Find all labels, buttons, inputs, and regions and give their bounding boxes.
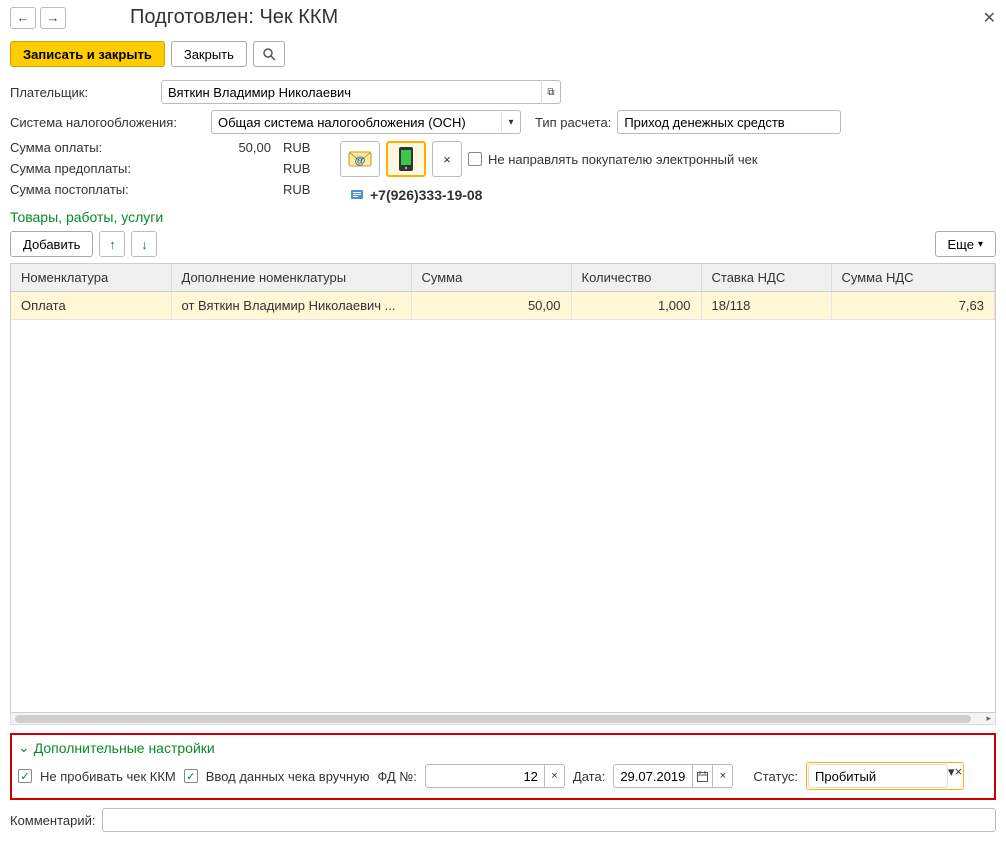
col-vat-rate[interactable]: Ставка НДС	[701, 264, 831, 292]
manual-input-label: Ввод данных чека вручную	[206, 769, 370, 784]
no-echeck-label: Не направлять покупателю электронный чек	[488, 152, 758, 167]
col-qty[interactable]: Количество	[571, 264, 701, 292]
extra-settings-panel: ⌄ Дополнительные настройки ✓ Не пробиват…	[10, 733, 996, 800]
table-header-row: Номенклатура Дополнение номенклатуры Сум…	[11, 264, 995, 292]
fd-number-input[interactable]	[425, 764, 545, 788]
x-icon: ×	[443, 152, 451, 167]
open-icon: ⧉	[547, 87, 554, 98]
preview-button[interactable]	[253, 41, 285, 67]
date-label: Дата:	[573, 769, 605, 784]
no-punch-label: Не пробивать чек ККМ	[40, 769, 176, 784]
email-icon: @	[348, 149, 372, 169]
horizontal-scrollbar[interactable]: ▸	[10, 713, 996, 725]
tax-system-label: Система налогообложения:	[10, 115, 205, 130]
extra-settings-label: Дополнительные настройки	[34, 740, 215, 756]
col-nomenclature[interactable]: Номенклатура	[11, 264, 171, 292]
col-vat-sum[interactable]: Сумма НДС	[831, 264, 995, 292]
calendar-icon	[697, 771, 708, 782]
close-button[interactable]: Закрыть	[171, 41, 247, 67]
goods-table[interactable]: Номенклатура Дополнение номенклатуры Сум…	[11, 264, 995, 320]
more-label: Еще	[948, 237, 974, 252]
close-window-button[interactable]: ✕	[983, 8, 996, 28]
payer-open-button[interactable]: ⧉	[541, 80, 561, 104]
comment-input[interactable]	[102, 808, 997, 832]
status-label: Статус:	[753, 769, 798, 784]
comment-label: Комментарий:	[10, 813, 96, 828]
prepayment-currency: RUB	[283, 161, 319, 176]
no-punch-checkbox[interactable]: ✓	[18, 769, 32, 783]
calc-type-label: Тип расчета:	[535, 115, 611, 130]
phone-number: +7(926)333-19-08	[370, 187, 482, 203]
chevron-down-icon: ⌄	[18, 739, 30, 756]
postpayment-amount-label: Сумма постоплаты:	[10, 182, 155, 197]
payment-amount-value: 50,00	[161, 140, 271, 155]
arrow-down-icon: ↓	[141, 237, 148, 252]
table-empty-area[interactable]	[11, 320, 995, 712]
add-row-button[interactable]: Добавить	[10, 231, 93, 257]
payer-input[interactable]	[161, 80, 541, 104]
send-email-button[interactable]: @	[340, 141, 380, 177]
magnifier-icon	[262, 47, 276, 61]
scroll-right-icon: ▸	[986, 713, 991, 724]
date-clear-button[interactable]: ×	[713, 764, 733, 788]
close-icon: ✕	[983, 10, 996, 27]
cell-sum[interactable]: 50,00	[411, 292, 571, 320]
tax-system-input[interactable]	[211, 110, 501, 134]
cell-nomenclature[interactable]: Оплата	[11, 292, 171, 320]
x-icon: ×	[955, 764, 963, 779]
col-addition[interactable]: Дополнение номенклатуры	[171, 264, 411, 292]
phone-icon	[397, 146, 415, 172]
calc-type-input[interactable]	[617, 110, 841, 134]
goods-section-header: Товары, работы, услуги	[0, 203, 1006, 227]
nav-forward-button[interactable]: →	[40, 7, 66, 29]
payer-label: Плательщик:	[10, 85, 155, 100]
save-and-close-button[interactable]: Записать и закрыть	[10, 41, 165, 67]
x-icon: ×	[720, 770, 726, 782]
clear-channel-button[interactable]: ×	[432, 141, 462, 177]
col-sum[interactable]: Сумма	[411, 264, 571, 292]
date-picker-button[interactable]	[693, 764, 713, 788]
cell-addition[interactable]: от Вяткин Владимир Николаевич ...	[171, 292, 411, 320]
payment-amount-label: Сумма оплаты:	[10, 140, 155, 155]
payment-currency: RUB	[283, 140, 319, 155]
sms-small-icon	[350, 188, 364, 202]
chevron-down-icon: ▾	[508, 117, 513, 128]
fd-number-label: ФД №:	[377, 769, 416, 784]
date-input[interactable]	[613, 764, 693, 788]
send-sms-button[interactable]	[386, 141, 426, 177]
prepayment-amount-label: Сумма предоплаты:	[10, 161, 155, 176]
tax-system-dropdown-button[interactable]: ▾	[501, 110, 521, 134]
chevron-down-icon: ▾	[978, 239, 983, 250]
postpayment-currency: RUB	[283, 182, 319, 197]
nav-back-button[interactable]: ←	[10, 7, 36, 29]
status-clear-button[interactable]: ×	[955, 764, 963, 788]
move-down-button[interactable]: ↓	[131, 231, 157, 257]
arrow-left-icon: ←	[17, 10, 30, 25]
no-echeck-checkbox[interactable]	[468, 152, 482, 166]
status-input[interactable]	[808, 764, 948, 788]
cell-vat-rate[interactable]: 18/118	[701, 292, 831, 320]
arrow-right-icon: →	[47, 10, 60, 25]
scrollbar-thumb[interactable]	[15, 715, 971, 723]
arrow-up-icon: ↑	[109, 237, 116, 252]
table-row[interactable]: Оплата от Вяткин Владимир Николаевич ...…	[11, 292, 995, 320]
move-up-button[interactable]: ↑	[99, 231, 125, 257]
cell-qty[interactable]: 1,000	[571, 292, 701, 320]
svg-text:@: @	[355, 155, 366, 167]
more-actions-button[interactable]: Еще ▾	[935, 231, 996, 257]
x-icon: ×	[551, 770, 557, 782]
cell-vat-sum[interactable]: 7,63	[831, 292, 995, 320]
fd-clear-button[interactable]: ×	[545, 764, 565, 788]
manual-input-checkbox[interactable]: ✓	[184, 769, 198, 783]
page-title: Подготовлен: Чек ККМ	[130, 6, 338, 29]
extra-settings-toggle[interactable]: ⌄ Дополнительные настройки	[18, 739, 988, 756]
